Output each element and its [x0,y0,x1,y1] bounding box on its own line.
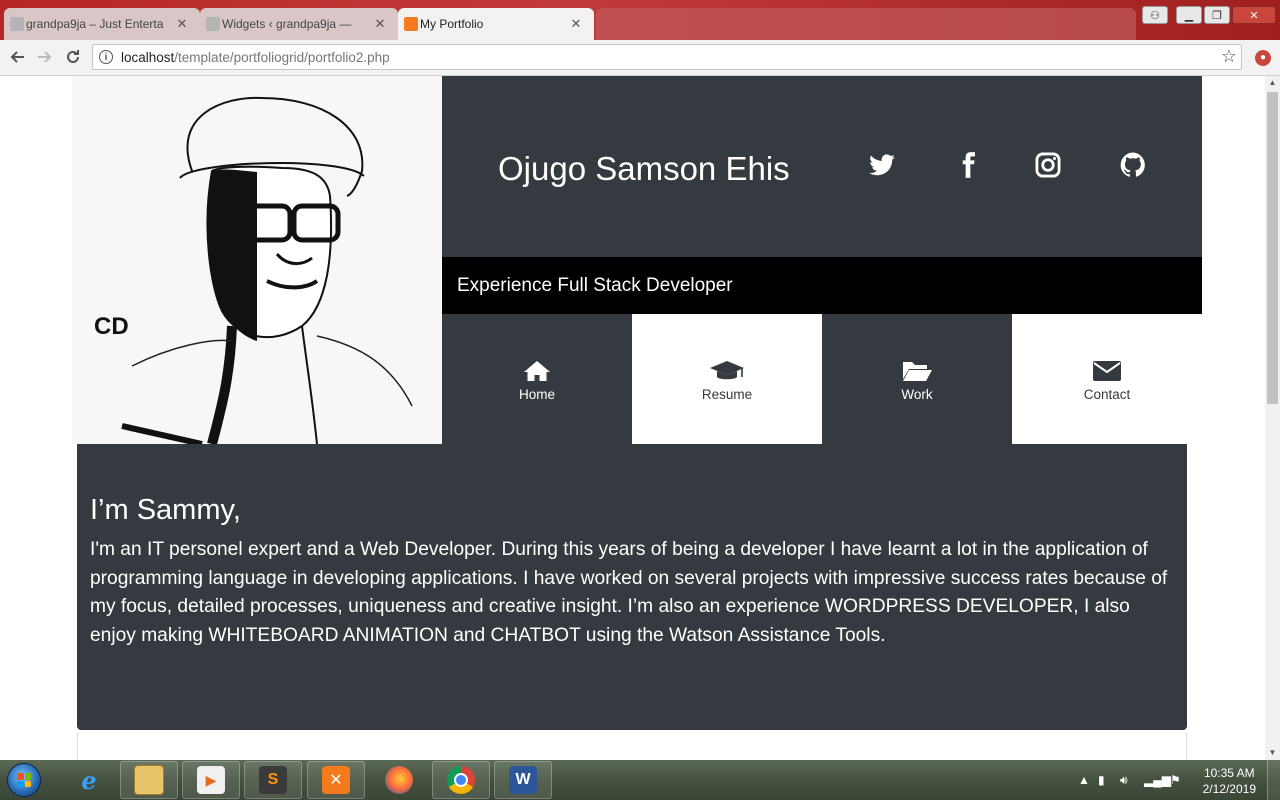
taskbar-firefox-icon[interactable] [370,761,428,799]
window-controls: ⚇ ▁ ❐ ✕ [1142,6,1276,24]
show-desktop-button[interactable] [1267,760,1280,800]
xampp-favicon-icon [404,17,418,31]
nav-resume[interactable]: Resume [632,314,822,444]
close-tab-icon[interactable]: ✕ [174,16,190,32]
bookmark-star-icon[interactable]: ☆ [1221,46,1237,67]
taskbar-xampp-icon[interactable]: ✕ [307,761,365,799]
address-url: localhost/template/portfoliogrid/portfol… [121,50,390,65]
site-favicon-icon [10,17,24,31]
address-bar[interactable]: i localhost/template/portfoliogrid/portf… [92,44,1242,70]
next-section-edge [77,732,1187,760]
taskbar-sublime-text-icon[interactable]: S [244,761,302,799]
network-icon[interactable]: ▂▄▆ [1144,773,1171,787]
browser-tab-widgets[interactable]: Widgets ‹ grandpa9ja — ✕ [200,8,398,40]
minimize-button[interactable]: ▁ [1176,6,1202,24]
page-scrollbar[interactable]: ▲ ▼ [1265,76,1280,760]
nav-resume-label: Resume [701,386,753,402]
extension-icon[interactable]: ● [1255,50,1271,66]
folder-open-icon [903,361,932,381]
system-tray: ▲ ▮ 🔊︎ ▂▄▆ ⚑ 10:35 AM 2/12/2019 [1070,760,1280,800]
profile-name: Ojugo Samson Ehis [498,150,790,187]
facebook-icon[interactable] [954,151,984,181]
reload-icon[interactable] [62,46,84,68]
scrollbar-thumb[interactable] [1267,92,1278,404]
site-info-icon[interactable]: i [99,50,113,64]
about-heading: I’m Sammy, [90,494,241,526]
nav-work-label: Work [901,386,933,402]
windows-logo-icon [17,773,31,787]
browser-tab-grandpa9ja[interactable]: grandpa9ja – Just Enterta ✕ [4,8,200,40]
taskbar-word-icon[interactable]: W [494,761,552,799]
action-center-flag-icon[interactable]: ⚑ [1170,773,1181,787]
forward-arrow-icon[interactable] [34,46,56,68]
user-profile-icon[interactable]: ⚇ [1142,6,1168,24]
windows-taskbar: e ▶ S ✕ W ▲ ▮ 🔊︎ ▂▄▆ ⚑ 10:35 AM 2/12/201… [0,760,1280,800]
back-arrow-icon[interactable] [6,46,28,68]
system-clock[interactable]: 10:35 AM 2/12/2019 [1203,765,1256,797]
browser-toolbar: i localhost/template/portfoliogrid/portf… [0,40,1280,76]
browser-tab-my-portfolio[interactable]: My Portfolio ✕ [398,8,594,40]
nav-contact-label: Contact [1083,386,1131,402]
page-viewport: CD Ojugo Samson Ehis Experience Full Sta… [0,76,1265,760]
browser-tab-strip: grandpa9ja – Just Enterta ✕ Widgets ‹ gr… [0,0,1280,40]
nav-contact[interactable]: Contact [1012,314,1202,444]
clock-time: 10:35 AM [1203,766,1255,780]
taskbar-internet-explorer-icon[interactable]: e [60,761,118,799]
portrait-logo-text: CD [94,313,129,340]
tagline-bar: Experience Full Stack Developer [442,257,1202,314]
tab-title: Widgets ‹ grandpa9ja — [222,17,352,31]
graduation-cap-icon [710,360,744,379]
profile-tagline: Experience Full Stack Developer [457,275,733,296]
site-favicon-icon [206,17,220,31]
profile-header: Ojugo Samson Ehis [442,76,1202,257]
start-button[interactable] [7,763,41,797]
github-icon[interactable] [1119,151,1149,181]
nav-home-label: Home [518,386,555,402]
close-tab-icon[interactable]: ✕ [568,16,584,32]
about-section: I’m Sammy, I'm an IT personel expert and… [77,444,1187,730]
volume-icon[interactable]: 🔊︎ [1120,773,1128,788]
tab-title: grandpa9ja – Just Enterta [26,17,164,31]
restore-button[interactable]: ❐ [1204,6,1230,24]
clock-date: 2/12/2019 [1202,782,1256,796]
nav-home[interactable]: Home [442,314,632,444]
portfolio-nav: Home Resume Work Contact [442,314,1202,444]
scroll-up-arrow-icon[interactable]: ▲ [1265,76,1280,90]
nav-work[interactable]: Work [822,314,1012,444]
close-window-button[interactable]: ✕ [1232,6,1276,24]
instagram-icon[interactable] [1034,151,1064,181]
new-tab-area[interactable] [596,8,1136,40]
about-text: I'm an IT personel expert and a Web Deve… [90,539,1168,646]
show-hidden-icons-icon[interactable]: ▲ [1078,773,1090,787]
envelope-icon [1093,360,1121,381]
scroll-down-arrow-icon[interactable]: ▼ [1265,746,1280,760]
taskbar-chrome-icon[interactable] [432,761,490,799]
taskbar-media-player-icon[interactable]: ▶ [182,761,240,799]
taskbar-file-explorer-icon[interactable] [120,761,178,799]
close-tab-icon[interactable]: ✕ [372,16,388,32]
home-icon [524,360,550,381]
tab-title: My Portfolio [420,17,484,31]
twitter-icon[interactable] [868,151,898,181]
profile-portrait-image: CD [72,76,442,444]
power-icon[interactable]: ▮ [1098,773,1105,787]
